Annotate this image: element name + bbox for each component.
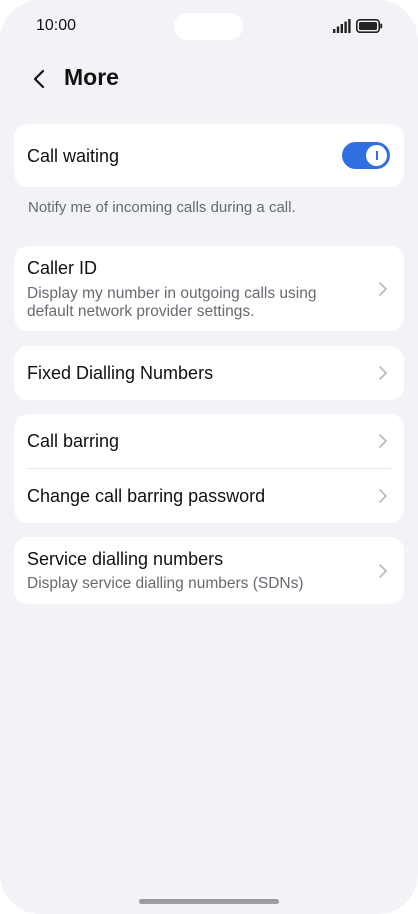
call-waiting-helper-text: Notify me of incoming calls during a cal…	[28, 199, 296, 216]
service-dialling-card[interactable]: Service dialling numbers Display service…	[14, 537, 404, 604]
call-barring-card: Call barring Change call barring passwor…	[14, 414, 404, 523]
service-dialling-sublabel: Display service dialling numbers (SDNs)	[27, 575, 304, 592]
caller-id-sublabel: Display my number in outgoing calls usin…	[27, 285, 317, 320]
chevron-right-icon	[379, 489, 387, 503]
change-call-barring-password-label: Change call barring password	[27, 486, 266, 506]
caller-id-label: Caller ID	[27, 258, 98, 278]
fixed-dialling-label: Fixed Dialling Numbers	[27, 363, 214, 383]
toggle-knob	[366, 145, 387, 166]
caller-id-card[interactable]: Caller ID Display my number in outgoing …	[14, 246, 404, 331]
chevron-right-icon	[379, 282, 387, 296]
call-waiting-toggle[interactable]	[342, 142, 390, 169]
camera-cutout	[174, 13, 243, 40]
chevron-right-icon	[379, 434, 387, 448]
status-time: 10:00	[36, 17, 77, 34]
change-call-barring-password-row[interactable]: Change call barring password	[14, 469, 404, 523]
phone-screen: 10:00 More Call waiting Notify me of inc…	[0, 0, 418, 914]
call-waiting-label: Call waiting	[27, 146, 120, 166]
chevron-right-icon	[379, 366, 387, 380]
fixed-dialling-card[interactable]: Fixed Dialling Numbers	[14, 346, 404, 400]
status-bar: 10:00	[0, 0, 418, 52]
header: More	[0, 56, 418, 100]
page-title: More	[64, 64, 119, 90]
service-dialling-label: Service dialling numbers	[27, 549, 224, 569]
call-waiting-card[interactable]: Call waiting	[14, 124, 404, 187]
signal-icon	[333, 19, 351, 33]
call-barring-label: Call barring	[27, 431, 120, 451]
back-arrow-icon[interactable]	[28, 67, 52, 91]
home-indicator[interactable]	[139, 899, 279, 904]
toggle-on-mark-icon	[376, 151, 378, 160]
chevron-right-icon	[379, 564, 387, 578]
battery-icon	[356, 19, 383, 33]
call-barring-row[interactable]: Call barring	[14, 414, 404, 468]
